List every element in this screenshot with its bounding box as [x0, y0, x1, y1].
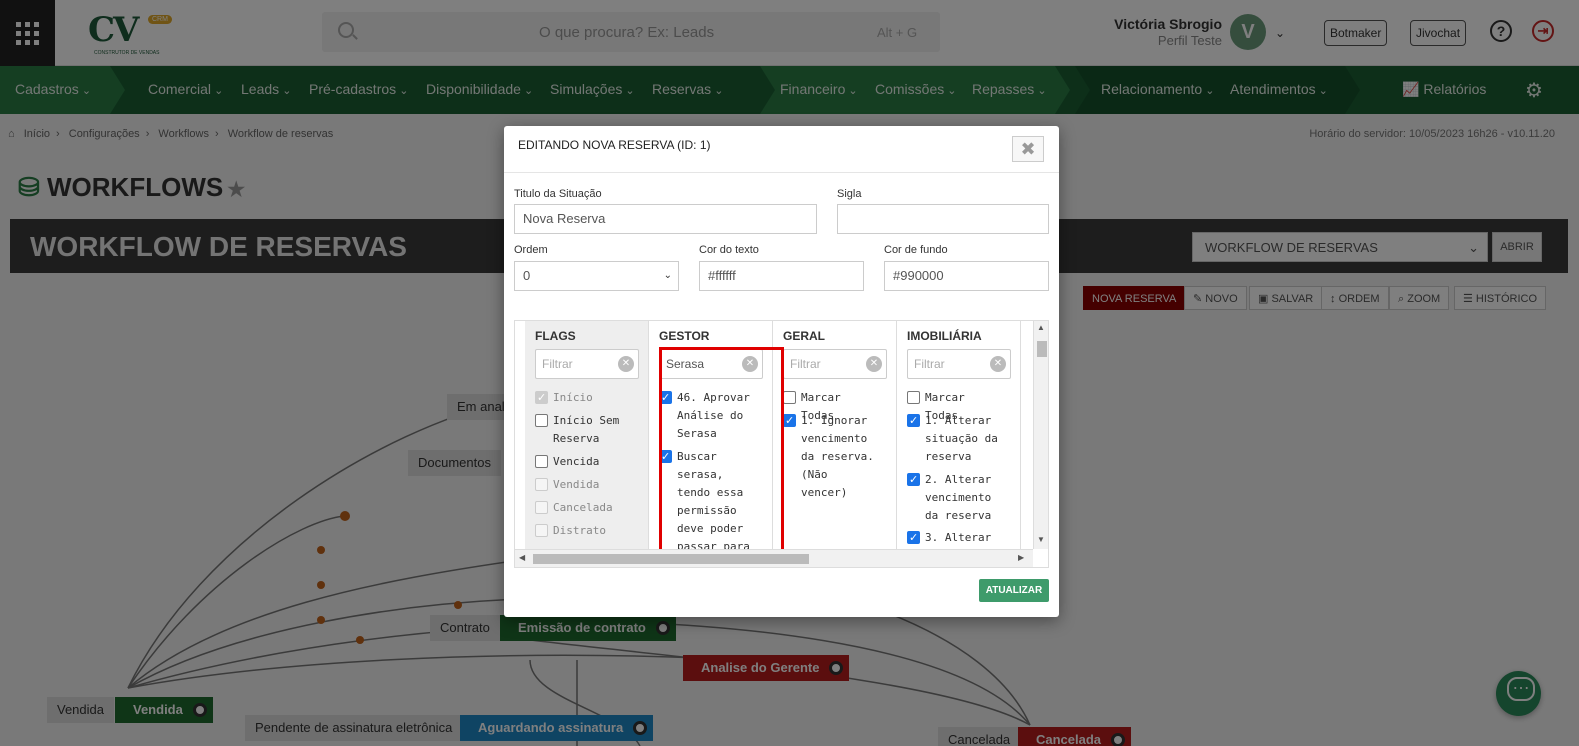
scroll-thumb[interactable] [533, 554, 809, 564]
cor-texto-input[interactable]: #ffffff [699, 261, 864, 291]
checkbox [535, 524, 548, 537]
checkbox-label: 3. Alterar [925, 531, 992, 544]
flag-vendida-checkbox: Vendida [535, 476, 631, 494]
scroll-down-icon[interactable]: ▼ [1037, 535, 1045, 544]
checkbox-label: Distrato [553, 524, 606, 537]
cor-fundo-input[interactable]: #990000 [884, 261, 1049, 291]
filter-placeholder: Filtrar [790, 357, 821, 371]
checkbox[interactable] [535, 455, 548, 468]
clear-icon[interactable]: ✕ [990, 356, 1006, 372]
geral-permission-checkbox[interactable]: 1. Ignorar vencimento da reserva. (Não v… [783, 412, 879, 502]
sigla-input[interactable] [837, 204, 1049, 234]
filter-placeholder: Filtrar [914, 357, 945, 371]
clear-icon[interactable]: ✕ [866, 356, 882, 372]
flag-cancelada-checkbox: Cancelada [535, 499, 631, 517]
checkbox-label: Início Sem Reserva [553, 414, 620, 445]
checkbox[interactable] [535, 414, 548, 427]
checkbox-label: Cancelada [553, 501, 613, 514]
atualizar-button[interactable]: ATUALIZAR [979, 579, 1049, 602]
cor-fundo-label: Cor de fundo [884, 244, 948, 256]
checkbox [535, 478, 548, 491]
ordem-label: Ordem [514, 244, 548, 256]
checkbox-label: 2. Alterar vencimento da reserva [925, 473, 992, 522]
checkbox-label: Vendida [553, 478, 600, 491]
checkbox[interactable] [783, 412, 796, 430]
imobiliaria-permission-checkbox[interactable]: 1. Alterar situação da reserva [907, 412, 1003, 466]
imobiliaria-permission-checkbox[interactable]: 2. Alterar vencimento da reserva [907, 471, 1003, 525]
flag-distrato-checkbox: Distrato [535, 522, 631, 540]
flag-inicio-sem-reserva-checkbox[interactable]: Início Sem Reserva [535, 412, 631, 448]
column-flags: FLAGS Filtrar ✕ Início Início Sem Reserva… [525, 321, 649, 549]
scroll-left-icon[interactable]: ◀ [519, 553, 525, 562]
modal-title: EDITANDO NOVA RESERVA (ID: 1) [518, 138, 711, 152]
column-title: GESTOR [659, 329, 710, 343]
horizontal-scrollbar[interactable]: ◀ ▶ [515, 549, 1033, 567]
scroll-thumb[interactable] [1037, 341, 1047, 357]
column-geral: GERAL Filtrar✕ Marcar Todas 1. Ignorar v… [773, 321, 897, 549]
checkbox-label: 1. Alterar situação da reserva [925, 414, 998, 463]
imobiliaria-filter-input[interactable]: Filtrar ✕ [907, 349, 1011, 379]
filter-placeholder: Filtrar [542, 357, 573, 371]
titulo-label: Titulo da Situação [514, 188, 602, 200]
flags-filter-input[interactable]: Filtrar ✕ [535, 349, 639, 379]
close-icon[interactable]: ✖ [1012, 136, 1044, 162]
chevron-down-icon: ⌄ [663, 270, 672, 281]
divider [504, 172, 1059, 173]
checkbox[interactable] [907, 471, 920, 489]
checkbox[interactable] [783, 391, 796, 404]
scroll-up-icon[interactable]: ▲ [1037, 323, 1045, 332]
checkbox-label: 1. Ignorar vencimento da reserva. (Não v… [801, 414, 874, 499]
clear-icon[interactable]: ✕ [618, 356, 634, 372]
titulo-input[interactable]: Nova Reserva [514, 204, 817, 234]
column-title: IMOBILIÁRIA [907, 329, 982, 343]
checkbox [535, 389, 548, 407]
column-title: GERAL [783, 329, 825, 343]
checkbox [535, 501, 548, 514]
geral-filter-input[interactable]: Filtrar ✕ [783, 349, 887, 379]
column-imobiliaria: IMOBILIÁRIA Filtrar✕ Marcar Todas 1. Alt… [897, 321, 1021, 549]
ordem-select[interactable]: 0 ⌄ [514, 261, 679, 291]
edit-status-modal: EDITANDO NOVA RESERVA (ID: 1) ✖ Titulo d… [504, 126, 1059, 617]
checkbox[interactable] [907, 391, 920, 404]
checkbox-label: Início [553, 391, 593, 404]
highlight-box [659, 347, 784, 553]
sigla-label: Sigla [837, 188, 862, 200]
permissions-panel: FLAGS Filtrar ✕ Início Início Sem Reserva… [514, 320, 1049, 568]
column-title: FLAGS [535, 329, 576, 343]
checkbox-label: Vencida [553, 455, 600, 468]
vertical-scrollbar[interactable]: ▲ ▼ [1033, 321, 1048, 549]
scroll-right-icon[interactable]: ▶ [1018, 553, 1024, 562]
imobiliaria-permission-checkbox[interactable]: 3. Alterar [907, 529, 1003, 547]
flag-vencida-checkbox[interactable]: Vencida [535, 453, 631, 471]
ordem-select-value: 0 [523, 268, 531, 283]
flag-inicio-checkbox: Início [535, 389, 631, 407]
checkbox[interactable] [907, 412, 920, 430]
checkbox[interactable] [907, 529, 920, 547]
cor-texto-label: Cor do texto [699, 244, 759, 256]
